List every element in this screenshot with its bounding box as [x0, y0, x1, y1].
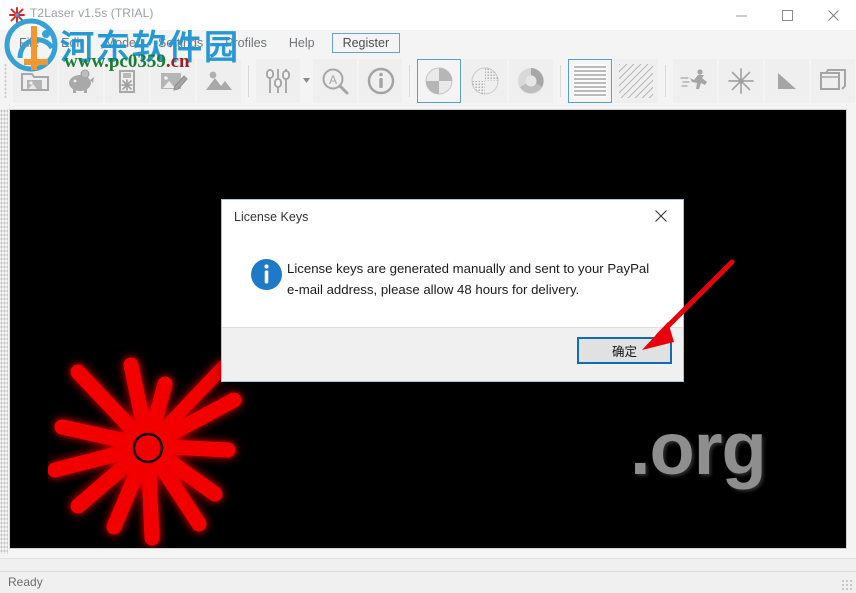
- diagonal-hatch-icon[interactable]: [614, 58, 659, 103]
- menu-item-help[interactable]: Help: [278, 33, 326, 53]
- autotrace-magnifier-icon[interactable]: A: [312, 58, 357, 103]
- menu-item-edit[interactable]: Edit: [50, 33, 94, 53]
- running-man-speed-icon[interactable]: [673, 58, 718, 103]
- horizontal-scan-lines-icon[interactable]: [568, 58, 613, 103]
- canvas-artwork-text: .org: [630, 407, 767, 490]
- open-image-folder-icon[interactable]: [12, 58, 57, 103]
- status-bar: Ready: [0, 558, 856, 593]
- dialog-body: License keys are generated manually and …: [222, 240, 683, 328]
- window-title: T2Laser v1.5s (TRIAL): [30, 6, 154, 20]
- dialog-close-icon[interactable]: [639, 200, 683, 232]
- laser-burst-power-icon[interactable]: [719, 58, 764, 103]
- toolbar-drag-grip[interactable]: [2, 63, 10, 98]
- dialog-ok-button[interactable]: 确定: [577, 337, 672, 364]
- dialog-title: License Keys: [234, 210, 309, 224]
- toolbar-separator: [409, 64, 411, 97]
- laser-burst-icon: [8, 6, 26, 24]
- canvas-left-grip[interactable]: [0, 109, 8, 554]
- dialog-footer: 确定: [222, 327, 683, 381]
- menu-item-mode[interactable]: Mode: [94, 33, 147, 53]
- triangle-ramp-icon[interactable]: [765, 58, 809, 103]
- toolbar: A: [0, 56, 856, 106]
- title-bar: T2Laser v1.5s (TRIAL): [0, 0, 856, 31]
- menu-item-profiles[interactable]: Profiles: [214, 33, 278, 53]
- circle-grayscale-icon[interactable]: [509, 58, 554, 103]
- status-text: Ready: [8, 575, 43, 589]
- chevron-down-icon[interactable]: [301, 59, 312, 103]
- image-picture-icon[interactable]: [196, 58, 241, 103]
- toolbar-separator: [247, 64, 249, 97]
- maximize-icon[interactable]: [764, 0, 810, 30]
- sliders-adjust-icon[interactable]: [255, 58, 300, 103]
- info-icon: [251, 259, 282, 290]
- edit-image-icon[interactable]: [150, 58, 195, 103]
- resize-grip-icon[interactable]: [841, 579, 853, 591]
- license-keys-dialog: License Keys License keys are generated …: [221, 199, 684, 382]
- piggy-bank-save-icon[interactable]: [58, 58, 103, 103]
- menu-bar: File Edit Mode Settings Profiles Help Re…: [0, 30, 856, 56]
- svg-text:A: A: [329, 73, 337, 87]
- menu-item-settings[interactable]: Settings: [147, 33, 214, 53]
- app-window: T2Laser v1.5s (TRIAL) File Edit Mode Set…: [0, 0, 856, 593]
- window-controls: [718, 0, 856, 30]
- pie-dither-icon[interactable]: [417, 58, 462, 103]
- toolbar-separator: [665, 64, 667, 97]
- status-divider: [0, 571, 856, 572]
- window-tile-icon[interactable]: [810, 58, 855, 103]
- usb-laser-device-icon[interactable]: [104, 58, 149, 103]
- info-circle-icon[interactable]: [358, 58, 403, 103]
- pie-halftone-icon[interactable]: [463, 58, 508, 103]
- minimize-icon[interactable]: [718, 0, 764, 30]
- toolbar-separator: [560, 64, 562, 97]
- dialog-message: License keys are generated manually and …: [287, 261, 650, 297]
- menu-item-register[interactable]: Register: [331, 33, 401, 53]
- menu-item-file[interactable]: File: [8, 33, 50, 53]
- close-icon[interactable]: [810, 0, 856, 30]
